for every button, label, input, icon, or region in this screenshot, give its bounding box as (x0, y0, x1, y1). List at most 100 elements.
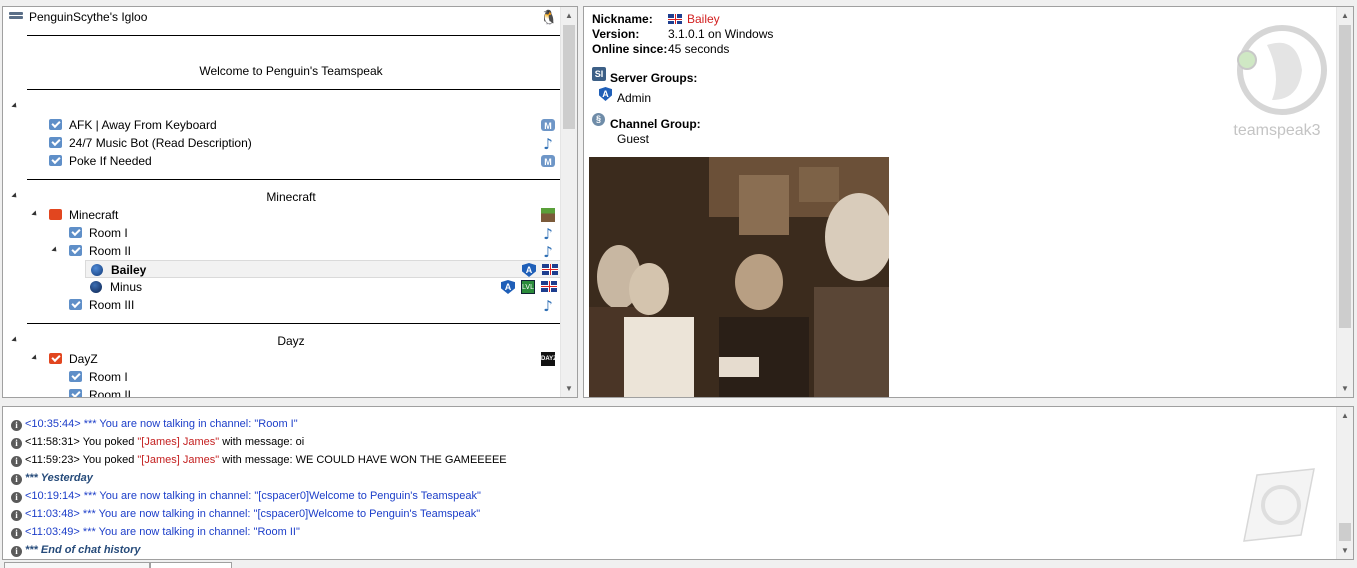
client-name: Bailey (111, 263, 147, 277)
scroll-down-icon[interactable]: ▼ (1337, 542, 1353, 559)
info-icon: i (11, 528, 22, 539)
client-link[interactable]: "[James] James" (137, 436, 219, 448)
channel-icon (69, 227, 82, 238)
chat-tab[interactable] (4, 562, 150, 568)
tree-scrollbar[interactable]: ▲ ▼ (560, 7, 577, 397)
chat-tab[interactable] (150, 562, 232, 568)
client-link[interactable]: "[James] James" (137, 454, 219, 466)
info-icon: i (11, 420, 22, 431)
scroll-up-icon[interactable]: ▲ (561, 7, 577, 24)
chat-line: i <11:59:23> You poked "[James] James" wi… (11, 451, 507, 469)
server-row[interactable]: PenguinScythe's Igloo 🐧 (3, 8, 561, 26)
channel-icon (69, 299, 82, 310)
channel-link[interactable]: "Room II" (254, 526, 300, 538)
spacer-label: Dayz (277, 334, 305, 348)
scroll-up-icon[interactable]: ▲ (1337, 7, 1353, 24)
channel-full-icon (49, 209, 62, 220)
channel-label: AFK | Away From Keyboard (69, 118, 217, 132)
info-scrollbar[interactable]: ▲ ▼ (1336, 7, 1353, 397)
client-status-icon (91, 264, 103, 276)
moderated-icon: M (541, 119, 555, 131)
channel-tree[interactable]: PenguinScythe's Igloo 🐧 Welcome to Pengu… (2, 6, 578, 398)
spacer-line (27, 89, 561, 90)
channel-room-1[interactable]: Room I ♪ (3, 224, 561, 242)
chat-watermark-icon (1239, 465, 1319, 545)
chat-separator: i *** End of chat history (11, 541, 141, 559)
channel-icon (49, 353, 62, 364)
channel-minecraft[interactable]: Minecraft (3, 206, 561, 224)
channel-label: Room I (89, 226, 128, 240)
channel-afk[interactable]: AFK | Away From Keyboard M (3, 116, 561, 134)
info-icon: i (11, 474, 22, 485)
online-label: Online since: (592, 42, 668, 56)
channel-dayz-room-2[interactable]: Room II (3, 386, 561, 398)
chat-line: i <10:19:14> *** You are now talking in c… (11, 487, 481, 505)
scroll-thumb[interactable] (1339, 523, 1351, 541)
spacer-line (27, 323, 561, 324)
channel-icon (49, 119, 62, 130)
version-value: 3.1.0.1 on Windows (668, 27, 774, 41)
music-note-icon: ♪ (543, 297, 553, 315)
scroll-thumb[interactable] (1339, 25, 1351, 328)
expand-arrow-icon[interactable] (51, 246, 59, 254)
scroll-thumb[interactable] (563, 25, 575, 129)
channel-link[interactable]: "Room I" (254, 418, 297, 430)
nickname-value: Bailey (687, 12, 720, 26)
spacer-line (27, 179, 561, 180)
expand-arrow-icon[interactable] (31, 210, 39, 218)
channel-dayz[interactable]: DayZ DAYZ (3, 350, 561, 368)
client-avatar-photo (589, 157, 889, 397)
chat-tab-bar[interactable] (0, 562, 1357, 568)
spacer-label: Minecraft (266, 190, 316, 204)
spacer-minecraft[interactable]: Minecraft (3, 188, 561, 206)
channel-label: Room II (89, 388, 132, 398)
info-icon: i (11, 456, 22, 467)
channel-link[interactable]: "[cspacer0]Welcome to Penguin's Teamspea… (254, 508, 481, 520)
channel-link[interactable]: "[cspacer0]Welcome to Penguin's Teamspea… (254, 490, 481, 502)
moderated-icon: M (541, 155, 555, 167)
channel-label: Room I (89, 370, 128, 384)
music-note-icon: ♪ (543, 135, 553, 153)
channel-label: Room III (89, 298, 135, 312)
chat-line: i <11:58:31> You poked "[James] James" wi… (11, 433, 304, 451)
uk-flag-icon (668, 14, 682, 24)
spacer-line (27, 35, 561, 36)
channel-icon (69, 389, 82, 397)
spacer-label: Welcome to Penguin's Teamspeak (199, 64, 383, 78)
client-status-icon (90, 281, 102, 293)
channel-music-bot[interactable]: 24/7 Music Bot (Read Description) ♪ (3, 134, 561, 152)
channel-poke[interactable]: Poke If Needed M (3, 152, 561, 170)
channel-icon (69, 245, 82, 256)
scroll-down-icon[interactable]: ▼ (1337, 380, 1353, 397)
chat-scrollbar[interactable]: ▲ ▼ (1336, 407, 1353, 559)
music-note-icon: ♪ (543, 225, 553, 243)
spacer-welcome[interactable]: Welcome to Penguin's Teamspeak (3, 62, 577, 80)
client-minus[interactable]: Minus A LVL (3, 278, 561, 296)
teamspeak-logo-text: teamspeak3 (1233, 122, 1321, 139)
expand-arrow-icon[interactable] (11, 102, 19, 110)
expand-arrow-icon[interactable] (31, 354, 39, 362)
dayz-logo-icon: DAYZ (541, 352, 557, 366)
admin-group-icon: A (522, 263, 536, 277)
music-note-icon: ♪ (543, 243, 553, 261)
server-name: PenguinScythe's Igloo (29, 10, 148, 24)
channel-icon (69, 371, 82, 382)
uk-flag-icon (542, 264, 558, 275)
spacer-dayz[interactable]: Dayz (3, 332, 561, 350)
channel-group-value: Guest (617, 132, 650, 146)
channel-dayz-room-1[interactable]: Room I (3, 368, 561, 386)
chat-log[interactable]: i <10:35:44> *** You are now talking in c… (2, 406, 1354, 560)
channel-group-icon: § (592, 113, 605, 126)
scroll-up-icon[interactable]: ▲ (1337, 407, 1353, 424)
empty-spacer-row[interactable] (3, 98, 561, 116)
info-icon: i (11, 438, 22, 449)
channel-room-2[interactable]: Room II ♪ (3, 242, 561, 260)
scroll-down-icon[interactable]: ▼ (561, 380, 577, 397)
chat-line: i <11:03:49> *** You are now talking in c… (11, 523, 300, 541)
linux-icon: 🐧 (540, 9, 558, 25)
version-label: Version: (592, 27, 640, 41)
info-icon: i (11, 546, 22, 557)
client-bailey[interactable]: Bailey A (85, 260, 561, 278)
channel-room-3[interactable]: Room III ♪ (3, 296, 561, 314)
channel-label: Poke If Needed (69, 154, 152, 168)
